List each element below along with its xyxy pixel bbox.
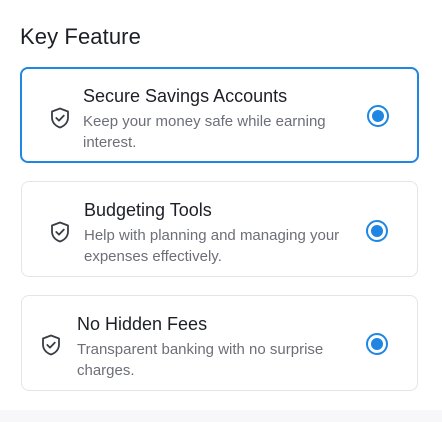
feature-description: Keep your money safe while earning inter… [83,113,326,151]
section-title: Key Feature [20,24,141,49]
feature-card-no-hidden-fees[interactable]: No Hidden Fees Transparent banking with … [21,295,418,391]
feature-radio-button[interactable] [366,333,388,355]
key-feature-screen: Key Feature Secure Savings Accounts Keep… [0,0,442,422]
feature-radio-button[interactable] [367,105,389,127]
feature-title: No Hidden Fees [77,314,208,334]
feature-title: Secure Savings Accounts [83,86,288,106]
feature-description: Help with planning and managing your exp… [84,227,340,265]
feature-card-budgeting-tools[interactable]: Budgeting Tools Help with planning and m… [21,181,418,277]
bottom-divider [0,410,442,422]
feature-radio-button[interactable] [366,220,388,242]
feature-description: Transparent banking with no surprise cha… [77,341,324,379]
shield-check-icon [48,220,72,244]
feature-card-secure-savings[interactable]: Secure Savings Accounts Keep your money … [20,67,419,163]
shield-check-icon [48,106,72,130]
feature-title: Budgeting Tools [84,200,212,220]
shield-check-icon [39,333,63,357]
